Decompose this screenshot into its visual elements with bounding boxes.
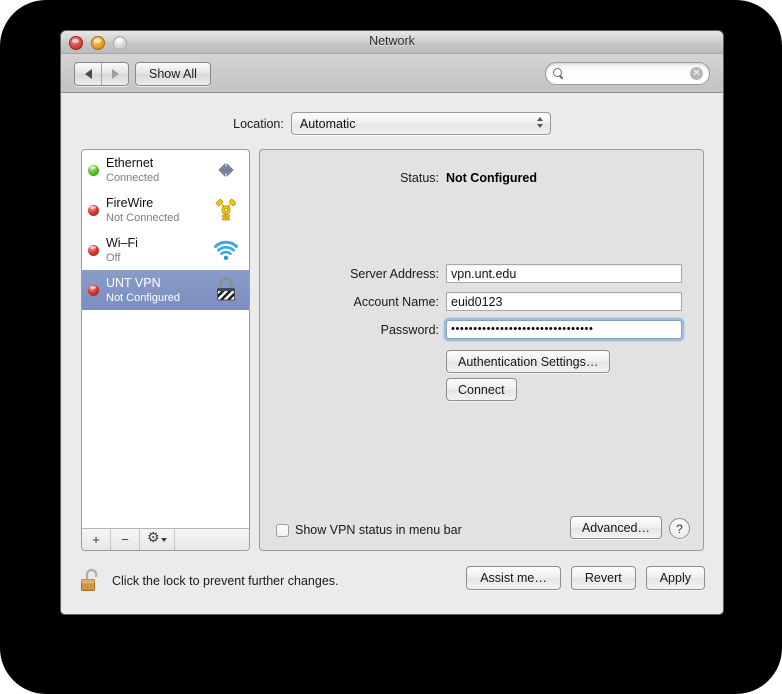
- sidebar-item-unt-vpn[interactable]: UNT VPN Not Configured: [82, 270, 249, 310]
- show-vpn-status-checkbox[interactable]: [276, 523, 289, 537]
- window-body: Location: Automatic Ethernet Connected F…: [61, 93, 723, 614]
- back-button[interactable]: [75, 63, 101, 85]
- service-name: Wi–Fi: [106, 235, 138, 250]
- navigation-buttons: [74, 62, 129, 86]
- search-input[interactable]: [565, 67, 690, 80]
- network-services-sidebar: Ethernet Connected FireWire Not Connecte…: [81, 149, 250, 551]
- sidebar-item-ethernet[interactable]: Ethernet Connected: [82, 150, 249, 190]
- location-value: Automatic: [299, 116, 356, 131]
- sidebar-item-firewire[interactable]: FireWire Not Connected: [82, 190, 249, 230]
- service-name: Ethernet: [106, 155, 154, 170]
- firewire-icon: [209, 195, 243, 225]
- advanced-button[interactable]: Advanced…: [569, 516, 662, 539]
- footer-buttons: Assist me… Revert Apply: [466, 566, 705, 590]
- account-name-label: Account Name:: [353, 294, 439, 309]
- show-vpn-status-row[interactable]: Show VPN status in menu bar: [276, 523, 462, 537]
- account-name-input[interactable]: [446, 292, 682, 311]
- window-footer: Click the lock to prevent further change…: [61, 552, 723, 614]
- chevron-left-icon: [84, 69, 92, 79]
- unlocked-padlock-icon[interactable]: [79, 566, 104, 596]
- server-address-row: Server Address:: [260, 264, 682, 283]
- service-status: Connected: [106, 171, 160, 184]
- status-dot-red-icon: [88, 244, 99, 256]
- apply-button[interactable]: Apply: [645, 566, 705, 590]
- show-all-button[interactable]: Show All: [135, 62, 211, 86]
- wifi-icon: [209, 235, 243, 265]
- chevron-down-icon: [161, 537, 167, 542]
- sidebar-toolbar-spacer: [175, 529, 249, 550]
- help-button[interactable]: ?: [669, 518, 690, 539]
- service-name: UNT VPN: [106, 275, 161, 290]
- location-row: Location: Automatic: [61, 112, 723, 135]
- location-popup-button[interactable]: Automatic: [290, 112, 551, 135]
- status-dot-red-icon: [88, 284, 99, 296]
- network-preferences-window: Network Show All ✕ Location: Automatic E…: [60, 30, 724, 615]
- search-icon: [553, 67, 565, 80]
- location-label: Location:: [233, 116, 284, 131]
- show-vpn-status-label: Show VPN status in menu bar: [295, 523, 462, 537]
- vpn-lock-icon: [209, 275, 243, 305]
- lock-area[interactable]: Click the lock to prevent further change…: [79, 566, 339, 596]
- remove-service-button[interactable]: −: [111, 529, 140, 550]
- service-status: Not Configured: [106, 291, 180, 304]
- password-row: Password: ••••••••••••••••••••••••••••••…: [260, 320, 682, 339]
- status-value: Not Configured: [446, 171, 537, 185]
- service-status: Not Connected: [106, 211, 180, 224]
- window-titlebar: Network: [61, 31, 723, 54]
- sidebar-toolbar: + −: [82, 528, 249, 550]
- sidebar-item-wifi[interactable]: Wi–Fi Off: [82, 230, 249, 270]
- service-status: Off: [106, 251, 121, 264]
- status-label: Status:: [400, 171, 439, 185]
- authentication-settings-button[interactable]: Authentication Settings…: [446, 350, 611, 373]
- revert-button[interactable]: Revert: [570, 566, 636, 590]
- password-label: Password:: [380, 322, 439, 337]
- clear-search-icon[interactable]: ✕: [690, 67, 703, 80]
- add-service-button[interactable]: +: [82, 529, 111, 550]
- server-address-input[interactable]: [446, 264, 682, 283]
- status-dot-green-icon: [88, 164, 99, 176]
- gear-icon: [147, 530, 160, 546]
- window-title: Network: [369, 34, 415, 48]
- status-dot-red-icon: [88, 204, 99, 216]
- network-services-list: Ethernet Connected FireWire Not Connecte…: [82, 150, 249, 528]
- screenshot-canvas: Network Show All ✕ Location: Automatic E…: [0, 0, 782, 694]
- updown-chevron-icon: [536, 117, 543, 128]
- account-name-row: Account Name:: [260, 292, 682, 311]
- ethernet-icon: [209, 155, 243, 185]
- server-address-label: Server Address:: [350, 266, 439, 281]
- service-name: FireWire: [106, 195, 154, 210]
- search-field[interactable]: ✕: [545, 62, 710, 85]
- window-toolbar: Show All ✕: [61, 54, 723, 93]
- connect-button[interactable]: Connect: [446, 378, 517, 401]
- action-menu-button[interactable]: [140, 529, 175, 550]
- password-input[interactable]: ••••••••••••••••••••••••••••••••: [446, 320, 682, 339]
- forward-button[interactable]: [101, 63, 128, 85]
- status-row: Status: Not Configured: [260, 171, 703, 185]
- vpn-settings-pane: Status: Not Configured Server Address: A…: [259, 149, 704, 551]
- chevron-right-icon: [111, 69, 119, 79]
- assist-me-button[interactable]: Assist me…: [466, 566, 561, 590]
- lock-hint-text: Click the lock to prevent further change…: [112, 574, 339, 588]
